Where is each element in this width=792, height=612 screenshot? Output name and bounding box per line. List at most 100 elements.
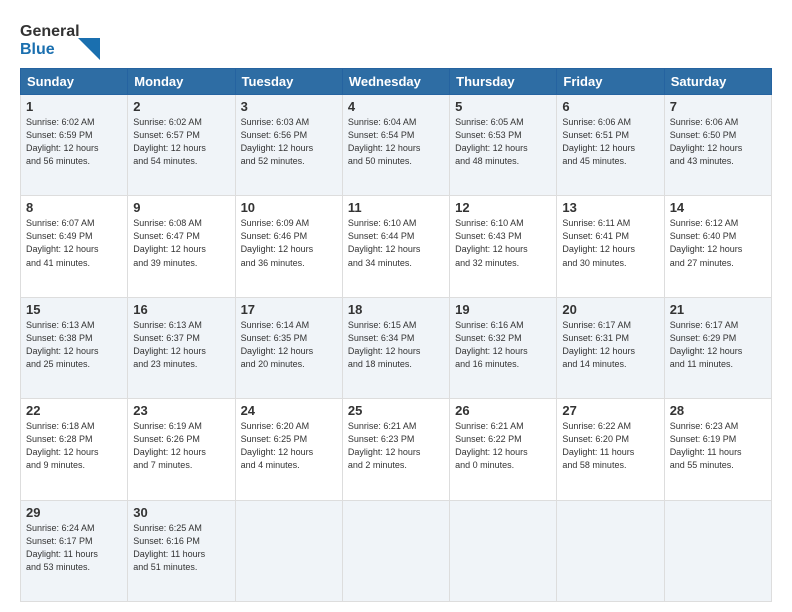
calendar-cell: 15 Sunrise: 6:13 AM Sunset: 6:38 PM Dayli… xyxy=(21,297,128,398)
calendar-cell xyxy=(235,500,342,601)
day-number: 25 xyxy=(348,403,444,418)
calendar-cell xyxy=(450,500,557,601)
svg-text:General: General xyxy=(20,23,80,40)
calendar-cell: 24 Sunrise: 6:20 AM Sunset: 6:25 PM Dayli… xyxy=(235,399,342,500)
calendar-week-row: 1 Sunrise: 6:02 AM Sunset: 6:59 PM Daylig… xyxy=(21,95,772,196)
calendar-week-row: 29Sunrise: 6:24 AM Sunset: 6:17 PM Dayli… xyxy=(21,500,772,601)
day-number: 11 xyxy=(348,200,444,215)
calendar-cell: 22 Sunrise: 6:18 AM Sunset: 6:28 PM Dayli… xyxy=(21,399,128,500)
day-info: Sunrise: 6:21 AM Sunset: 6:22 PM Dayligh… xyxy=(455,420,551,472)
day-number: 6 xyxy=(562,99,658,114)
day-info: Sunrise: 6:19 AM Sunset: 6:26 PM Dayligh… xyxy=(133,420,229,472)
day-number: 5 xyxy=(455,99,551,114)
calendar-header-saturday: Saturday xyxy=(664,69,771,95)
day-number: 29 xyxy=(26,505,122,520)
calendar-header-tuesday: Tuesday xyxy=(235,69,342,95)
day-info: Sunrise: 6:12 AM Sunset: 6:40 PM Dayligh… xyxy=(670,217,766,269)
day-info: Sunrise: 6:20 AM Sunset: 6:25 PM Dayligh… xyxy=(241,420,337,472)
calendar-cell: 12 Sunrise: 6:10 AM Sunset: 6:43 PM Dayli… xyxy=(450,196,557,297)
logo: GeneralBlue xyxy=(20,18,100,60)
day-number: 12 xyxy=(455,200,551,215)
calendar-cell: 13Sunrise: 6:11 AM Sunset: 6:41 PM Dayli… xyxy=(557,196,664,297)
calendar-header-sunday: Sunday xyxy=(21,69,128,95)
calendar-cell: 8 Sunrise: 6:07 AM Sunset: 6:49 PM Daylig… xyxy=(21,196,128,297)
svg-text:Blue: Blue xyxy=(20,41,55,58)
calendar-cell: 19Sunrise: 6:16 AM Sunset: 6:32 PM Dayli… xyxy=(450,297,557,398)
calendar-week-row: 8 Sunrise: 6:07 AM Sunset: 6:49 PM Daylig… xyxy=(21,196,772,297)
day-info: Sunrise: 6:06 AM Sunset: 6:51 PM Dayligh… xyxy=(562,116,658,168)
day-number: 14 xyxy=(670,200,766,215)
day-info: Sunrise: 6:15 AM Sunset: 6:34 PM Dayligh… xyxy=(348,319,444,371)
day-info: Sunrise: 6:14 AM Sunset: 6:35 PM Dayligh… xyxy=(241,319,337,371)
day-info: Sunrise: 6:04 AM Sunset: 6:54 PM Dayligh… xyxy=(348,116,444,168)
day-info: Sunrise: 6:02 AM Sunset: 6:57 PM Dayligh… xyxy=(133,116,229,168)
day-info: Sunrise: 6:25 AM Sunset: 6:16 PM Dayligh… xyxy=(133,522,229,574)
day-info: Sunrise: 6:13 AM Sunset: 6:37 PM Dayligh… xyxy=(133,319,229,371)
day-number: 27 xyxy=(562,403,658,418)
calendar-cell: 29Sunrise: 6:24 AM Sunset: 6:17 PM Dayli… xyxy=(21,500,128,601)
calendar-cell: 11 Sunrise: 6:10 AM Sunset: 6:44 PM Dayli… xyxy=(342,196,449,297)
calendar-cell: 16 Sunrise: 6:13 AM Sunset: 6:37 PM Dayli… xyxy=(128,297,235,398)
calendar-cell: 14 Sunrise: 6:12 AM Sunset: 6:40 PM Dayli… xyxy=(664,196,771,297)
day-number: 10 xyxy=(241,200,337,215)
day-info: Sunrise: 6:07 AM Sunset: 6:49 PM Dayligh… xyxy=(26,217,122,269)
calendar-header-friday: Friday xyxy=(557,69,664,95)
day-info: Sunrise: 6:22 AM Sunset: 6:20 PM Dayligh… xyxy=(562,420,658,472)
calendar-cell: 27 Sunrise: 6:22 AM Sunset: 6:20 PM Dayli… xyxy=(557,399,664,500)
calendar-cell: 21 Sunrise: 6:17 AM Sunset: 6:29 PM Dayli… xyxy=(664,297,771,398)
day-number: 8 xyxy=(26,200,122,215)
day-number: 15 xyxy=(26,302,122,317)
day-info: Sunrise: 6:16 AM Sunset: 6:32 PM Dayligh… xyxy=(455,319,551,371)
day-number: 30 xyxy=(133,505,229,520)
day-info: Sunrise: 6:17 AM Sunset: 6:29 PM Dayligh… xyxy=(670,319,766,371)
calendar-cell: 18 Sunrise: 6:15 AM Sunset: 6:34 PM Dayli… xyxy=(342,297,449,398)
calendar-cell: 5Sunrise: 6:05 AM Sunset: 6:53 PM Daylig… xyxy=(450,95,557,196)
calendar-cell: 2Sunrise: 6:02 AM Sunset: 6:57 PM Daylig… xyxy=(128,95,235,196)
calendar-cell: 23 Sunrise: 6:19 AM Sunset: 6:26 PM Dayli… xyxy=(128,399,235,500)
calendar-header-thursday: Thursday xyxy=(450,69,557,95)
calendar-header-wednesday: Wednesday xyxy=(342,69,449,95)
calendar-week-row: 15 Sunrise: 6:13 AM Sunset: 6:38 PM Dayli… xyxy=(21,297,772,398)
day-info: Sunrise: 6:18 AM Sunset: 6:28 PM Dayligh… xyxy=(26,420,122,472)
day-number: 4 xyxy=(348,99,444,114)
calendar-cell: 30 Sunrise: 6:25 AM Sunset: 6:16 PM Dayli… xyxy=(128,500,235,601)
calendar-cell: 4 Sunrise: 6:04 AM Sunset: 6:54 PM Daylig… xyxy=(342,95,449,196)
day-info: Sunrise: 6:02 AM Sunset: 6:59 PM Dayligh… xyxy=(26,116,122,168)
day-info: Sunrise: 6:06 AM Sunset: 6:50 PM Dayligh… xyxy=(670,116,766,168)
day-number: 13 xyxy=(562,200,658,215)
calendar-cell: 17 Sunrise: 6:14 AM Sunset: 6:35 PM Dayli… xyxy=(235,297,342,398)
day-info: Sunrise: 6:21 AM Sunset: 6:23 PM Dayligh… xyxy=(348,420,444,472)
day-info: Sunrise: 6:10 AM Sunset: 6:44 PM Dayligh… xyxy=(348,217,444,269)
day-info: Sunrise: 6:13 AM Sunset: 6:38 PM Dayligh… xyxy=(26,319,122,371)
calendar-cell: 28Sunrise: 6:23 AM Sunset: 6:19 PM Dayli… xyxy=(664,399,771,500)
day-info: Sunrise: 6:23 AM Sunset: 6:19 PM Dayligh… xyxy=(670,420,766,472)
calendar-cell: 3Sunrise: 6:03 AM Sunset: 6:56 PM Daylig… xyxy=(235,95,342,196)
calendar-cell: 7Sunrise: 6:06 AM Sunset: 6:50 PM Daylig… xyxy=(664,95,771,196)
calendar-cell: 1 Sunrise: 6:02 AM Sunset: 6:59 PM Daylig… xyxy=(21,95,128,196)
calendar-header-row: SundayMondayTuesdayWednesdayThursdayFrid… xyxy=(21,69,772,95)
calendar-header-monday: Monday xyxy=(128,69,235,95)
calendar-cell: 20Sunrise: 6:17 AM Sunset: 6:31 PM Dayli… xyxy=(557,297,664,398)
calendar-week-row: 22 Sunrise: 6:18 AM Sunset: 6:28 PM Dayli… xyxy=(21,399,772,500)
day-info: Sunrise: 6:10 AM Sunset: 6:43 PM Dayligh… xyxy=(455,217,551,269)
day-info: Sunrise: 6:09 AM Sunset: 6:46 PM Dayligh… xyxy=(241,217,337,269)
day-number: 22 xyxy=(26,403,122,418)
day-number: 26 xyxy=(455,403,551,418)
calendar-cell: 26 Sunrise: 6:21 AM Sunset: 6:22 PM Dayli… xyxy=(450,399,557,500)
calendar-cell: 10 Sunrise: 6:09 AM Sunset: 6:46 PM Dayli… xyxy=(235,196,342,297)
day-number: 9 xyxy=(133,200,229,215)
day-number: 1 xyxy=(26,99,122,114)
day-number: 16 xyxy=(133,302,229,317)
calendar-table: SundayMondayTuesdayWednesdayThursdayFrid… xyxy=(20,68,772,602)
day-info: Sunrise: 6:17 AM Sunset: 6:31 PM Dayligh… xyxy=(562,319,658,371)
day-number: 23 xyxy=(133,403,229,418)
day-number: 21 xyxy=(670,302,766,317)
day-number: 18 xyxy=(348,302,444,317)
day-number: 17 xyxy=(241,302,337,317)
calendar-cell: 9Sunrise: 6:08 AM Sunset: 6:47 PM Daylig… xyxy=(128,196,235,297)
day-info: Sunrise: 6:03 AM Sunset: 6:56 PM Dayligh… xyxy=(241,116,337,168)
logo-svg: GeneralBlue xyxy=(20,18,100,60)
calendar-cell xyxy=(664,500,771,601)
day-number: 24 xyxy=(241,403,337,418)
header: GeneralBlue xyxy=(20,18,772,60)
